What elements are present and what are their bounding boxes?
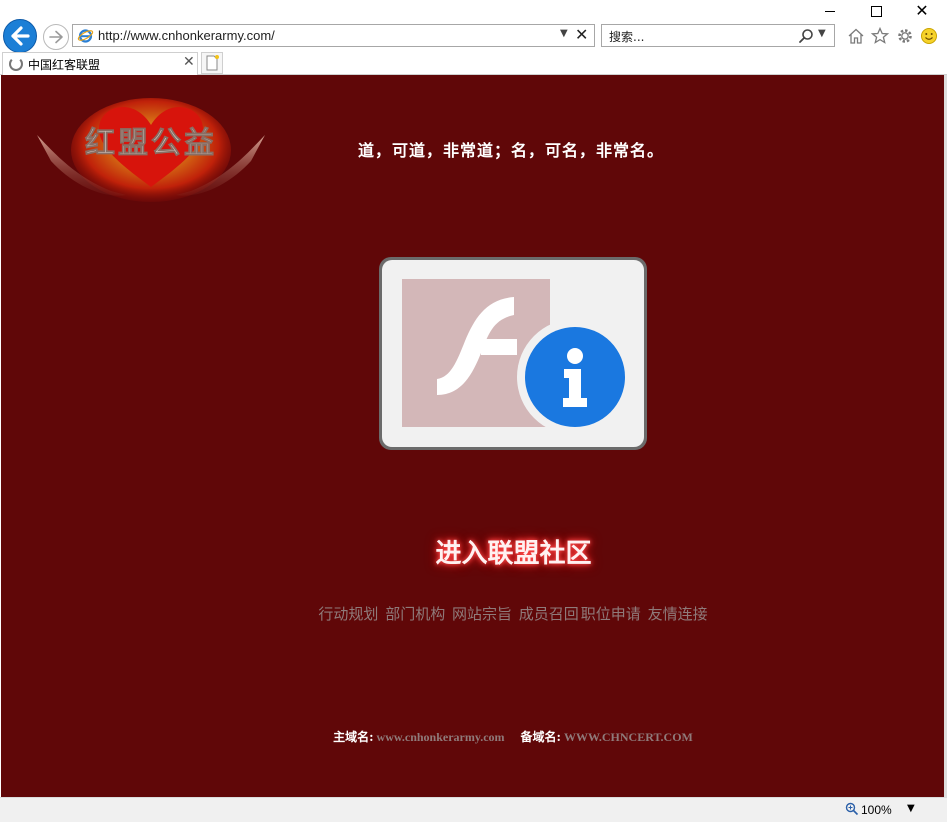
search-box[interactable]: 搜索... ▼ bbox=[601, 24, 835, 47]
tab-title: 中国红客联盟 bbox=[28, 58, 101, 72]
backup-domain-link[interactable]: WWW.CHNCERT.COM bbox=[564, 730, 693, 744]
link-member-recall[interactable]: 成员召回 bbox=[519, 605, 579, 623]
link-departments[interactable]: 部门机构 bbox=[385, 605, 445, 623]
zoom-icon[interactable] bbox=[845, 802, 859, 816]
primary-domain-link[interactable]: www.cnhonkerarmy.com bbox=[377, 730, 505, 744]
backup-domain-label: 备域名: bbox=[520, 730, 561, 744]
settings-gear-icon[interactable] bbox=[895, 26, 915, 46]
address-url: http://www.cnhonkerarmy.com/ bbox=[98, 28, 275, 43]
search-icon[interactable] bbox=[797, 27, 815, 45]
zoom-dropdown-icon[interactable]: ▼ bbox=[907, 803, 915, 814]
minimize-icon bbox=[825, 10, 835, 12]
new-tab-button[interactable] bbox=[201, 52, 223, 74]
motto-text: 道，可道，非常道；名，可名，非常名。 bbox=[357, 141, 664, 160]
domain-info: 主域名: www.cnhonkerarmy.com 备域名: WWW.CHNCE… bbox=[1, 728, 944, 745]
page-content: 红盟公益 道，可道，非常道；名，可名，非常名。 进入联盟社区 行动规划 部门机构… bbox=[1, 75, 944, 797]
back-arrow-icon bbox=[11, 26, 30, 46]
search-dropdown-icon[interactable]: ▼ bbox=[818, 28, 826, 39]
back-button[interactable] bbox=[3, 19, 37, 53]
link-job-apply[interactable]: 职位申请 bbox=[581, 605, 641, 623]
navigation-bar: http://www.cnhonkerarmy.com/ ▼ ✕ 搜索... ▼ bbox=[0, 18, 947, 53]
loading-spinner-icon bbox=[9, 57, 23, 71]
new-tab-icon bbox=[206, 55, 219, 71]
ie-logo-icon bbox=[77, 29, 94, 43]
close-icon: ✕ bbox=[915, 1, 929, 20]
stop-loading-icon[interactable]: ✕ bbox=[575, 25, 588, 44]
home-icon[interactable] bbox=[846, 26, 866, 46]
forward-button[interactable] bbox=[43, 24, 69, 50]
feedback-smiley-icon[interactable] bbox=[919, 26, 939, 46]
forward-arrow-icon bbox=[49, 30, 63, 44]
status-bar: 100% ▼ bbox=[0, 797, 947, 822]
address-dropdown-icon[interactable]: ▼ bbox=[560, 28, 568, 39]
tab-bar: 中国红客联盟 ✕ bbox=[0, 52, 947, 75]
favorites-star-icon[interactable] bbox=[870, 26, 890, 46]
link-action-plan[interactable]: 行动规划 bbox=[318, 605, 378, 623]
tab-close-icon[interactable]: ✕ bbox=[183, 54, 195, 70]
link-site-purpose[interactable]: 网站宗旨 bbox=[452, 605, 512, 623]
nav-links: 行动规划 部门机构 网站宗旨 成员召回 职位申请 友情连接 bbox=[1, 603, 944, 624]
address-bar[interactable]: http://www.cnhonkerarmy.com/ ▼ ✕ bbox=[72, 24, 595, 47]
search-placeholder: 搜索... bbox=[609, 30, 645, 44]
enter-community-link[interactable]: 进入联盟社区 bbox=[381, 533, 646, 570]
zoom-level[interactable]: 100% bbox=[861, 803, 892, 817]
primary-domain-label: 主域名: bbox=[333, 730, 374, 744]
maximize-icon bbox=[870, 5, 882, 17]
tab-active[interactable]: 中国红客联盟 ✕ bbox=[2, 52, 198, 75]
flash-plugin-info-icon[interactable] bbox=[377, 255, 649, 452]
link-friend-links[interactable]: 友情连接 bbox=[648, 605, 708, 623]
